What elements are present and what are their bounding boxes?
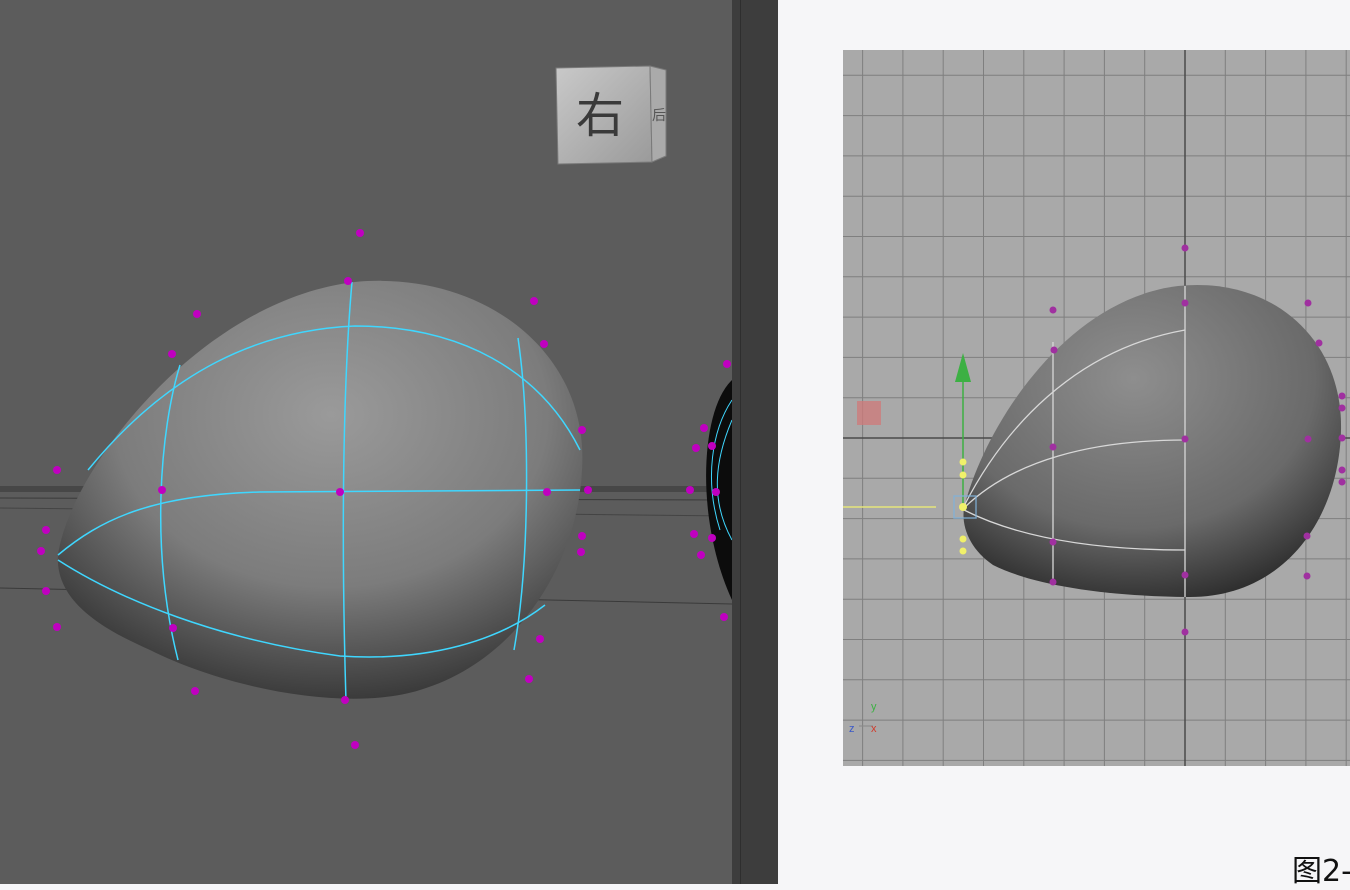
viewport-divider	[732, 0, 778, 884]
view-cube-face-label: 右	[576, 88, 624, 144]
axis-label-z: z	[849, 723, 855, 735]
viewport-canvas[interactable]: 右 后	[0, 0, 732, 884]
grid-viewport[interactable]: y z x	[843, 50, 1350, 766]
pivot-points	[959, 458, 967, 555]
side-viewport[interactable]: 右 后	[0, 0, 732, 884]
axis-label-x: x	[871, 723, 877, 735]
figure-caption: 图2-	[1292, 854, 1350, 889]
axis-label-y: y	[871, 701, 877, 713]
grid-canvas[interactable]: y z x	[843, 50, 1350, 766]
view-cube[interactable]: 右 后	[555, 65, 667, 165]
manipulator-plane-handle[interactable]	[857, 401, 881, 425]
view-cube-side-label: 后	[652, 108, 666, 124]
